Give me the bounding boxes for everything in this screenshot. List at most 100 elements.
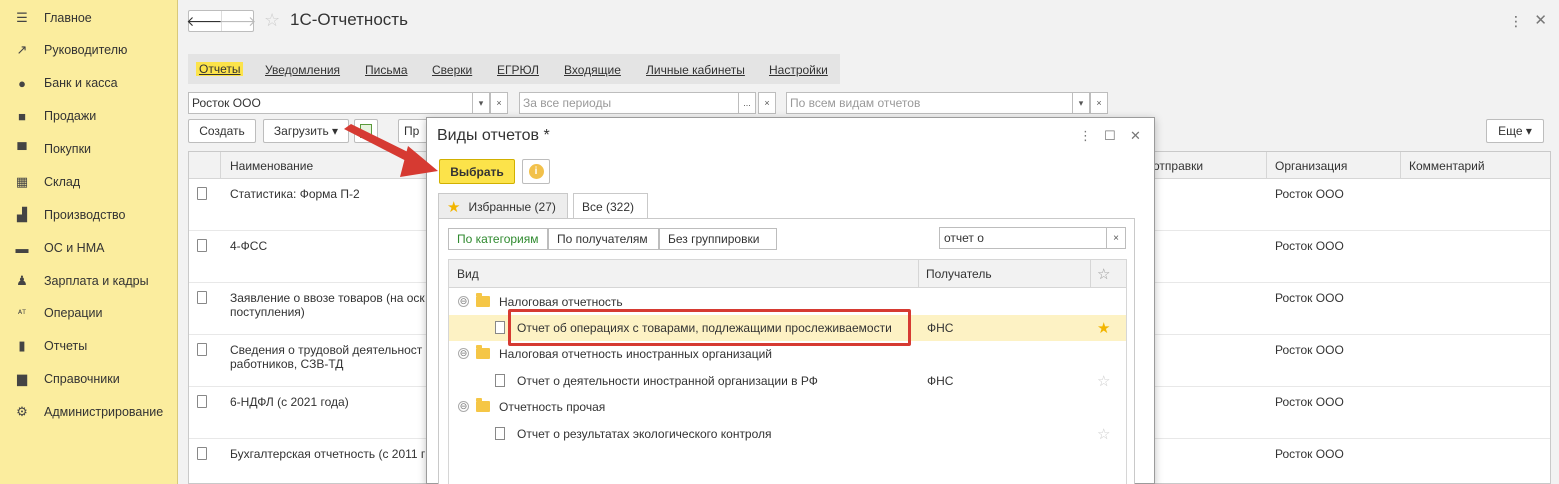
dialog-more-icon[interactable]: ⋮: [1079, 128, 1092, 144]
document-icon: [197, 291, 207, 304]
upload-button[interactable]: Загрузить ▾: [263, 119, 349, 143]
document-icon: [495, 374, 505, 387]
sidebar-item-production[interactable]: ▟ Производство: [0, 200, 178, 230]
dialog-close-icon[interactable]: ✕: [1130, 128, 1141, 144]
dialog-maximize-icon[interactable]: ☐: [1104, 128, 1116, 144]
close-icon[interactable]: ✕: [1534, 11, 1547, 29]
column-recipient[interactable]: Получатель: [926, 267, 992, 281]
report-kind-clear-button[interactable]: ×: [1090, 92, 1108, 114]
favorite-star-icon[interactable]: ★: [1097, 319, 1110, 337]
favorite-star-icon[interactable]: ☆: [264, 10, 280, 31]
report-kind-field[interactable]: По всем видам отчетов: [786, 92, 1073, 114]
info-icon: i: [528, 164, 544, 179]
report-name: Заявление о ввозе товаров (на оск поступ…: [230, 291, 425, 319]
group-label: Налоговая отчетность иностранных организ…: [499, 347, 772, 361]
sidebar-item-sales[interactable]: ■ Продажи: [0, 101, 178, 131]
refresh-button[interactable]: [354, 119, 378, 143]
column-sending[interactable]: отправки: [1153, 159, 1203, 173]
sidebar-item-reports[interactable]: ▮ Отчеты: [0, 331, 178, 361]
truck-icon: ▬: [15, 240, 29, 256]
tab-settings[interactable]: Настройки: [769, 63, 828, 77]
sidebar-item-manager[interactable]: ↗ Руководителю: [0, 35, 178, 65]
star-icon: ★: [447, 198, 461, 216]
sidebar-item-label: Продажи: [44, 109, 97, 123]
tree-group-row[interactable]: ⊖ Налоговая отчетность: [449, 289, 1126, 315]
column-name[interactable]: Наименование: [230, 159, 313, 173]
period-field[interactable]: За все периоды: [519, 92, 739, 114]
report-name: Сведения о трудовой деятельност работник…: [230, 343, 423, 371]
group-label: Налоговая отчетность: [499, 295, 623, 309]
column-divider: [918, 260, 919, 288]
report-organization: Росток ООО: [1275, 343, 1344, 357]
tree-group-row[interactable]: ⊖ Отчетность прочая: [449, 394, 1126, 420]
tab-all[interactable]: Все (322): [573, 193, 648, 220]
document-icon: [495, 427, 505, 440]
report-name: 4-ФСС: [230, 239, 268, 253]
sidebar-item-bank[interactable]: ● Банк и касса: [0, 68, 178, 98]
period-select-button[interactable]: ...: [738, 92, 756, 114]
sidebar-item-admin[interactable]: ⚙ Администрирование: [0, 397, 178, 427]
sidebar-item-main[interactable]: ☰ Главное: [0, 3, 178, 33]
no-grouping-button[interactable]: Без группировки: [659, 228, 777, 250]
tab-reports[interactable]: Отчеты: [196, 62, 244, 76]
create-button[interactable]: Создать: [188, 119, 256, 143]
group-by-recipient-button[interactable]: По получателям: [548, 228, 659, 250]
organization-field[interactable]: Росток ООО: [188, 92, 473, 114]
tree-item-row[interactable]: Отчет об операциях с товарами, подлежащи…: [449, 315, 1126, 341]
star-outline-icon[interactable]: ☆: [1097, 372, 1110, 390]
item-label: Отчет об операциях с товарами, подлежащи…: [517, 321, 892, 335]
item-recipient: ФНС: [927, 321, 954, 335]
more-icon[interactable]: ⋮: [1509, 13, 1523, 30]
chart-icon: ▮: [18, 338, 26, 353]
tab-letters[interactable]: Письма: [365, 63, 408, 77]
tab-egrul[interactable]: ЕГРЮЛ: [497, 63, 539, 77]
column-divider: [220, 152, 221, 179]
collapse-icon[interactable]: ⊖: [458, 401, 469, 412]
tab-reconciliations[interactable]: Сверки: [432, 63, 472, 77]
collapse-icon[interactable]: ⊖: [458, 296, 469, 307]
title-bar: 🡐 🡒 ☆ 1С-Отчетность ⋮ ✕: [178, 0, 1559, 44]
tab-notifications[interactable]: Уведомления: [265, 63, 340, 77]
sidebar-item-label: Производство: [44, 208, 126, 222]
sidebar-item-operations[interactable]: ᴬᵀ Операции: [0, 298, 178, 328]
report-organization: Росток ООО: [1275, 395, 1344, 409]
report-kind-dropdown-button[interactable]: ▾: [1072, 92, 1090, 114]
column-comment[interactable]: Комментарий: [1409, 159, 1485, 173]
column-kind[interactable]: Вид: [457, 267, 479, 281]
tab-personal-accounts[interactable]: Личные кабинеты: [646, 63, 745, 77]
organization-dropdown-button[interactable]: ▾: [472, 92, 490, 114]
trend-icon: ↗: [16, 42, 28, 57]
back-button[interactable]: 🡐: [186, 11, 224, 31]
warehouse-icon: ▦: [15, 174, 29, 189]
info-button[interactable]: i: [522, 159, 550, 184]
tab-favorites[interactable]: ★ Избранные (27): [438, 193, 568, 219]
search-clear-button[interactable]: ×: [1106, 227, 1126, 249]
tree-item-row[interactable]: Отчет о результатах экологического контр…: [449, 421, 1126, 447]
sidebar-item-directories[interactable]: ▆ Справочники: [0, 364, 178, 394]
organization-clear-button[interactable]: ×: [490, 92, 508, 114]
tree-header: Вид Получатель ☆: [449, 260, 1126, 288]
column-organization[interactable]: Организация: [1275, 159, 1347, 173]
select-button[interactable]: Выбрать: [439, 159, 515, 184]
tab-incoming[interactable]: Входящие: [564, 63, 621, 77]
report-name: Статистика: Форма П-2: [230, 187, 360, 201]
item-recipient: ФНС: [927, 374, 954, 388]
navigation-buttons: 🡐 🡒: [186, 10, 256, 32]
sidebar-item-warehouse[interactable]: ▦ Склад: [0, 167, 178, 197]
sidebar-item-salary[interactable]: ♟ Зарплата и кадры: [0, 266, 178, 296]
star-outline-icon[interactable]: ☆: [1097, 425, 1110, 443]
forward-button[interactable]: 🡒: [219, 11, 256, 31]
group-by-category-button[interactable]: По категориям: [448, 228, 548, 250]
document-icon: [197, 395, 207, 408]
tree-item-row[interactable]: Отчет о деятельности иностранной организ…: [449, 368, 1126, 394]
document-icon: [197, 187, 207, 200]
tree-group-row[interactable]: ⊖ Налоговая отчетность иностранных орган…: [449, 341, 1126, 367]
report-organization: Росток ООО: [1275, 187, 1344, 201]
favorite-column-icon[interactable]: ☆: [1097, 265, 1110, 283]
search-input[interactable]: отчет о: [939, 227, 1107, 249]
collapse-icon[interactable]: ⊖: [458, 348, 469, 359]
period-clear-button[interactable]: ×: [758, 92, 776, 114]
sidebar-item-purchases[interactable]: ▀ Покупки: [0, 134, 178, 164]
sidebar-item-assets[interactable]: ▬ ОС и НМА: [0, 233, 178, 263]
more-actions-button[interactable]: Еще ▾: [1486, 119, 1544, 143]
